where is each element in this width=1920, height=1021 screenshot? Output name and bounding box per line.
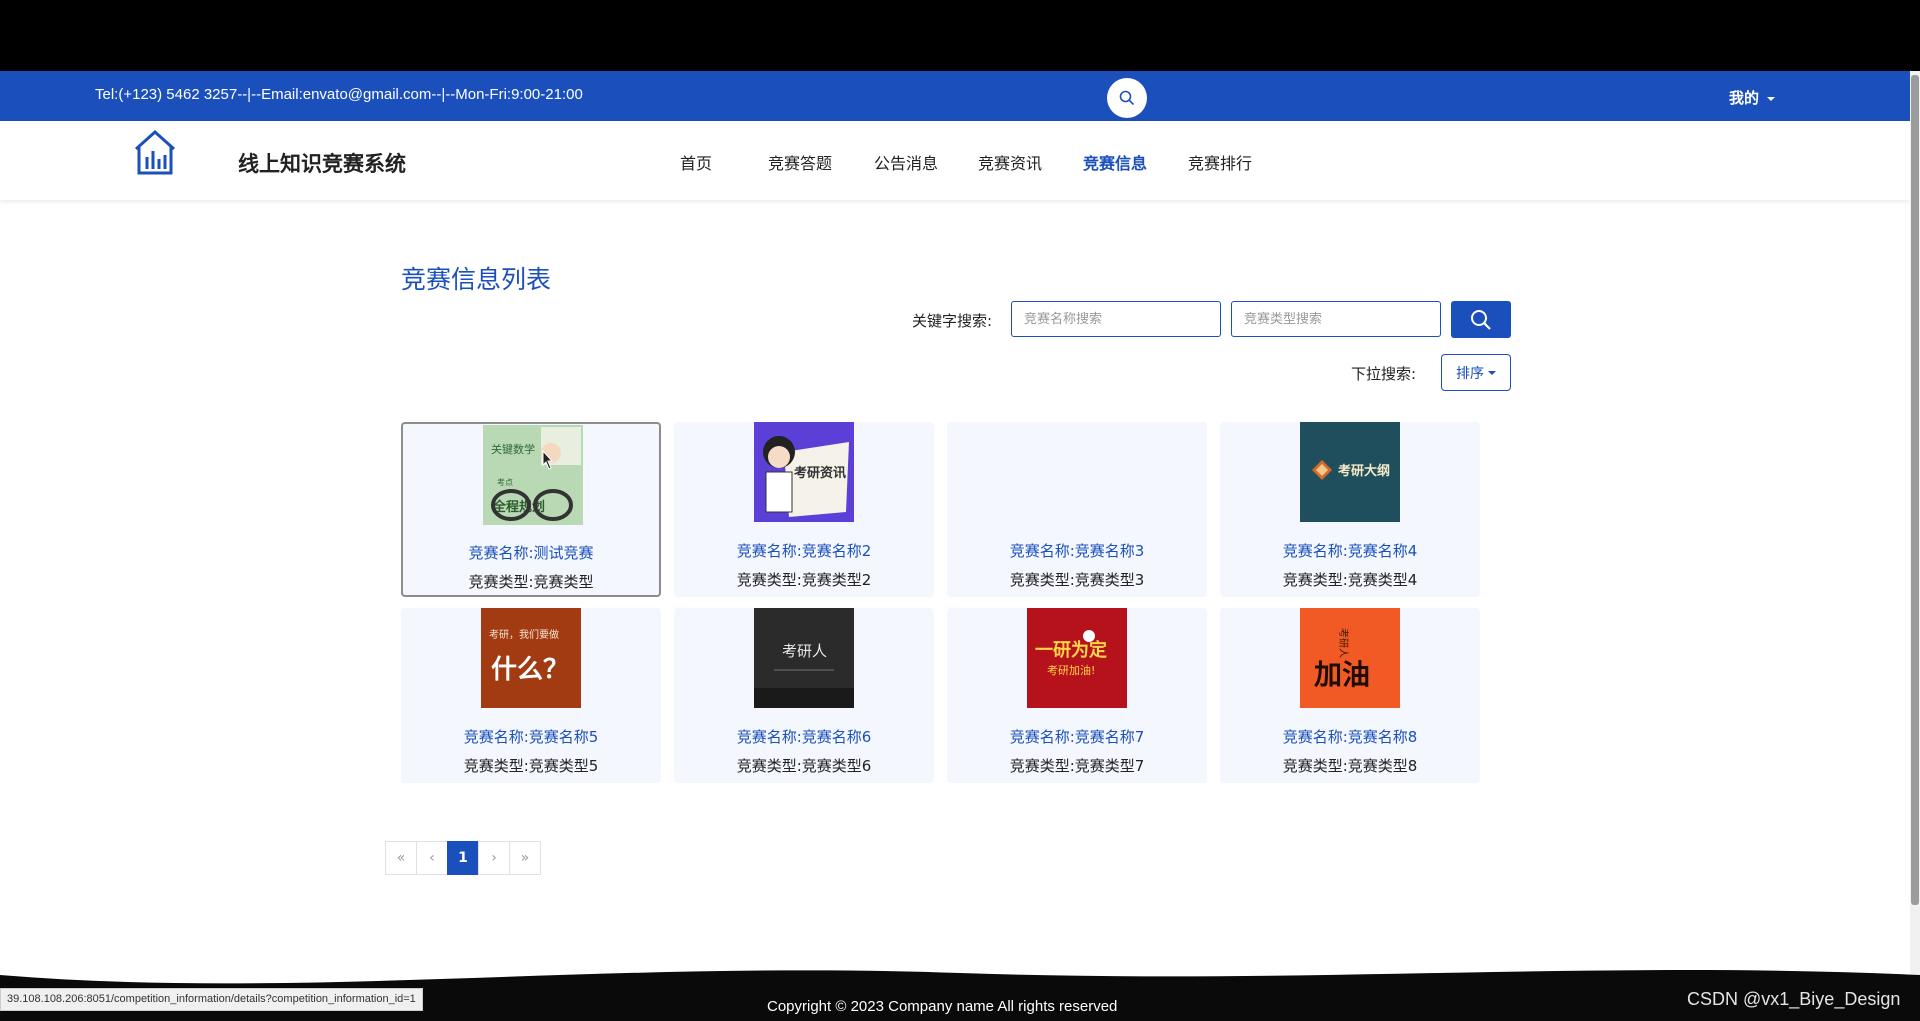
user-menu-label: 我的 (1729, 89, 1760, 107)
competition-name[interactable]: 竞赛名称:竞赛名称8 (1220, 726, 1480, 747)
top-info-bar: Tel:(+123) 5462 3257--|--Email:envato@gm… (0, 71, 1910, 121)
site-name[interactable]: 线上知识竞赛系统 (238, 148, 406, 178)
page-scrollbar-thumb[interactable] (1911, 75, 1919, 905)
competition-type: 竞赛类型:竞赛类型2 (736, 571, 872, 589)
caret-down-icon (1488, 370, 1496, 375)
search-icon (1471, 309, 1491, 330)
competition-card[interactable]: 考研大纲 竞赛名称:竞赛名称4 竞赛类型:竞赛类型4 (1220, 422, 1480, 597)
svg-text:考研，我们要做: 考研，我们要做 (489, 628, 559, 641)
page-title: 竞赛信息列表 (401, 265, 552, 294)
competition-card[interactable]: 竞赛名称:竞赛名称3 竞赛类型:竞赛类型3 (947, 422, 1207, 597)
competition-type-search-input[interactable] (1231, 301, 1441, 337)
svg-text:一研为定: 一研为定 (1035, 639, 1107, 661)
footer-copyright: Copyright © 2023 Company name All rights… (767, 998, 1118, 1015)
caret-down-icon (1767, 96, 1776, 101)
svg-text:什么？: 什么？ (491, 655, 569, 685)
pagination-page-current[interactable]: 1 (447, 841, 479, 875)
svg-text:考研加油!: 考研加油! (1047, 663, 1095, 677)
svg-text:考研大纲: 考研大纲 (1338, 463, 1390, 479)
user-menu[interactable]: 我的 (1729, 87, 1776, 108)
main-navbar: 线上知识竞赛系统 首页 竞赛答题 公告消息 竞赛资讯 竞赛信息 竞赛排行 (0, 121, 1910, 200)
dropdown-search-label: 下拉搜索: (1351, 365, 1417, 383)
svg-text:考研人: 考研人 (782, 642, 827, 660)
competition-thumbnail[interactable]: 考研人 加油 (1300, 608, 1400, 708)
competition-card[interactable]: 考研人 竞赛名称:竞赛名称6 竞赛类型:竞赛类型6 (674, 608, 934, 783)
pagination-prev[interactable]: ‹ (416, 841, 448, 875)
nav-item-competition-news[interactable]: 竞赛资讯 (978, 150, 1042, 174)
competition-type: 竞赛类型:竞赛类型3 (1009, 571, 1145, 589)
competition-name[interactable]: 竞赛名称:竞赛名称5 (401, 726, 661, 747)
competition-thumbnail[interactable]: 考研，我们要做 什么？ (481, 608, 581, 708)
competition-name[interactable]: 竞赛名称:测试竞赛 (403, 542, 659, 563)
svg-text:考研资讯: 考研资讯 (794, 465, 846, 481)
contact-info: Tel:(+123) 5462 3257--|--Email:envato@gm… (95, 86, 583, 103)
competition-type: 竞赛类型:竞赛类型4 (1282, 571, 1418, 589)
nav-item-home[interactable]: 首页 (680, 150, 712, 174)
competition-card[interactable]: 考研资讯 竞赛名称:竞赛名称2 竞赛类型:竞赛类型2 (674, 422, 934, 597)
watermark-text: CSDN @vx1_Biye_Design (1687, 989, 1901, 1009)
competition-type: 竞赛类型:竞赛类型7 (1009, 757, 1145, 775)
pagination-first[interactable]: « (385, 841, 417, 875)
sort-label: 排序 (1456, 365, 1484, 382)
competition-name[interactable]: 竞赛名称:竞赛名称7 (947, 726, 1207, 747)
pagination-next[interactable]: › (478, 841, 510, 875)
mouse-cursor-icon (542, 450, 554, 470)
svg-text:考点: 考点 (497, 478, 513, 487)
competition-name[interactable]: 竞赛名称:竞赛名称3 (947, 540, 1207, 561)
nav-item-competition-answer[interactable]: 竞赛答题 (768, 150, 832, 174)
competition-type: 竞赛类型:竞赛类型6 (736, 757, 872, 775)
competition-name[interactable]: 竞赛名称:竞赛名称6 (674, 726, 934, 747)
logo-house-chart-icon[interactable] (133, 129, 177, 177)
search-icon (1119, 90, 1135, 106)
competition-name[interactable]: 竞赛名称:竞赛名称2 (674, 540, 934, 561)
competition-thumbnail[interactable]: 考研资讯 (754, 422, 854, 522)
competition-card[interactable]: 考研，我们要做 什么？ 竞赛名称:竞赛名称5 竞赛类型:竞赛类型5 (401, 608, 661, 783)
competition-thumbnail[interactable]: 一研为定 考研加油! (1027, 608, 1127, 708)
search-button[interactable] (1451, 301, 1511, 338)
competition-card[interactable]: 一研为定 考研加油! 竞赛名称:竞赛名称7 竞赛类型:竞赛类型7 (947, 608, 1207, 783)
competition-card[interactable]: 关键数学 考点 全程规划 竞赛名称:测试竞赛 竞赛类型:竞赛类型 (401, 422, 661, 597)
competition-name-search-input[interactable] (1011, 301, 1221, 337)
screen-top-black-band (0, 0, 1920, 71)
svg-text:考研人: 考研人 (1337, 628, 1349, 658)
keyword-search-label: 关键字搜索: (912, 312, 993, 330)
competition-thumbnail[interactable]: 考研人 (754, 608, 854, 708)
sort-dropdown-button[interactable]: 排序 (1441, 354, 1511, 391)
global-search-button[interactable] (1107, 78, 1147, 118)
nav-item-competition-ranking[interactable]: 竞赛排行 (1188, 150, 1252, 174)
competition-type: 竞赛类型:竞赛类型5 (463, 757, 599, 775)
competition-card[interactable]: 考研人 加油 竞赛名称:竞赛名称8 竞赛类型:竞赛类型8 (1220, 608, 1480, 783)
competition-thumbnail-empty[interactable] (1027, 422, 1127, 522)
competition-type: 竞赛类型:竞赛类型8 (1282, 757, 1418, 775)
svg-text:关键数学: 关键数学 (491, 442, 535, 456)
competition-thumbnail[interactable]: 考研大纲 (1300, 422, 1400, 522)
competition-type: 竞赛类型:竞赛类型 (468, 573, 594, 591)
pagination-last[interactable]: » (509, 841, 541, 875)
browser-status-url: 39.108.108.206:8051/competition_informat… (0, 988, 423, 1011)
svg-text:加油: 加油 (1314, 658, 1370, 691)
nav-item-announcements[interactable]: 公告消息 (874, 150, 938, 174)
competition-thumbnail[interactable]: 关键数学 考点 全程规划 (483, 425, 583, 525)
nav-item-competition-info[interactable]: 竞赛信息 (1083, 150, 1147, 174)
pagination: « ‹ 1 › » (385, 841, 541, 875)
competition-name[interactable]: 竞赛名称:竞赛名称4 (1220, 540, 1480, 561)
